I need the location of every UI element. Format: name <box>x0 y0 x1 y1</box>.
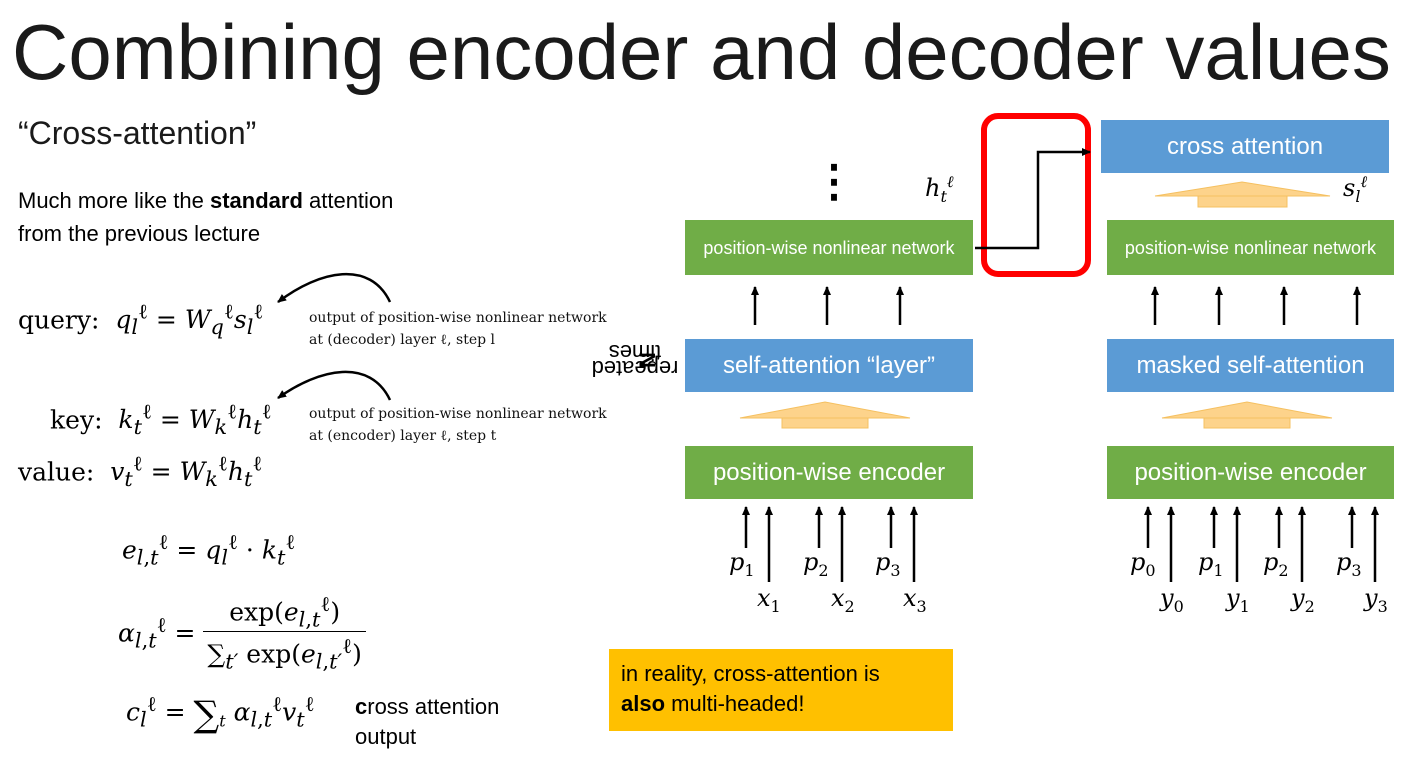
enc-wide-up-arrow <box>739 401 911 429</box>
callout-line1: in reality, cross-attention is <box>621 661 880 686</box>
dec-y2-sub: 2 <box>1304 596 1315 616</box>
enc-token-3: x3 <box>903 584 927 616</box>
dec-position-1: p1 <box>1198 548 1224 580</box>
enc-p2-symbol: p <box>803 548 819 576</box>
dec-y0-sub: 0 <box>1173 596 1184 616</box>
dec-y0-symbol: y <box>1160 584 1174 612</box>
dec-top-wide-up-arrow <box>1154 181 1331 208</box>
dec-position-2: p2 <box>1263 548 1289 580</box>
decoder-masked-self-attention: masked self-attention <box>1107 339 1394 392</box>
dec-token-0: y0 <box>1160 584 1184 616</box>
dec-position-0: p0 <box>1130 548 1156 580</box>
multi-head-callout: in reality, cross-attention is also mult… <box>609 649 953 731</box>
enc-position-3: p3 <box>875 548 901 580</box>
decoder-nonlinear-network: position-wise nonlinear network <box>1107 220 1394 275</box>
dec-p2-sub: 2 <box>1278 560 1289 580</box>
enc-p3-sub: 3 <box>890 560 901 580</box>
dec-position-3: p3 <box>1336 548 1362 580</box>
enc-x2-symbol: x <box>831 584 845 612</box>
cross-attention-box: cross attention <box>1101 120 1389 173</box>
enc-token-2: x2 <box>831 584 855 616</box>
dec-p1-sub: 1 <box>1213 560 1224 580</box>
encoder-position-wise-encoder: position-wise encoder <box>685 446 973 499</box>
dec-y1-sub: 1 <box>1239 596 1250 616</box>
ellipsis-icon: ⋮ <box>812 157 856 206</box>
enc-x3-symbol: x <box>903 584 917 612</box>
enc-p3-symbol: p <box>875 548 891 576</box>
dec-y2-symbol: y <box>1291 584 1305 612</box>
enc-p1-symbol: p <box>729 548 745 576</box>
enc-x1-sub: 1 <box>770 596 781 616</box>
key-curved-arrow <box>277 370 392 401</box>
encoder-self-attention: self-attention “layer” <box>685 339 973 392</box>
query-curved-arrow <box>277 272 392 303</box>
dec-token-2: y2 <box>1291 584 1315 616</box>
dec-p3-symbol: p <box>1336 548 1352 576</box>
enc-x3-sub: 3 <box>916 596 927 616</box>
enc-p1-sub: 1 <box>744 560 755 580</box>
enc-token-1: x1 <box>757 584 781 616</box>
repeated-times: times <box>608 340 662 366</box>
dec-p0-sub: 0 <box>1145 560 1156 580</box>
dec-token-3: y3 <box>1364 584 1388 616</box>
dec-p0-symbol: p <box>1130 548 1146 576</box>
dec-p2-symbol: p <box>1263 548 1279 576</box>
cross-connection-line <box>975 148 1091 250</box>
dec-wide-up-arrow <box>1161 401 1333 429</box>
enc-position-2: p2 <box>803 548 829 580</box>
enc-position-1: p1 <box>729 548 755 580</box>
enc-x2-sub: 2 <box>844 596 855 616</box>
dec-token-1: y1 <box>1226 584 1250 616</box>
dec-p3-sub: 3 <box>1351 560 1362 580</box>
enc-p2-sub: 2 <box>818 560 829 580</box>
callout-rest: multi-headed! <box>665 691 805 716</box>
dec-y3-sub: 3 <box>1377 596 1388 616</box>
dec-p1-symbol: p <box>1198 548 1214 576</box>
decoder-state: slℓ <box>1343 172 1368 206</box>
enc-x1-symbol: x <box>757 584 771 612</box>
encoder-nonlinear-network: position-wise nonlinear network <box>685 220 973 275</box>
encoder-hidden-state: htℓ <box>925 172 954 206</box>
highlight-box <box>981 113 1091 277</box>
decoder-position-wise-encoder: position-wise encoder <box>1107 446 1394 499</box>
dec-y3-symbol: y <box>1364 584 1378 612</box>
dec-y1-symbol: y <box>1226 584 1240 612</box>
callout-bold: also <box>621 691 666 716</box>
